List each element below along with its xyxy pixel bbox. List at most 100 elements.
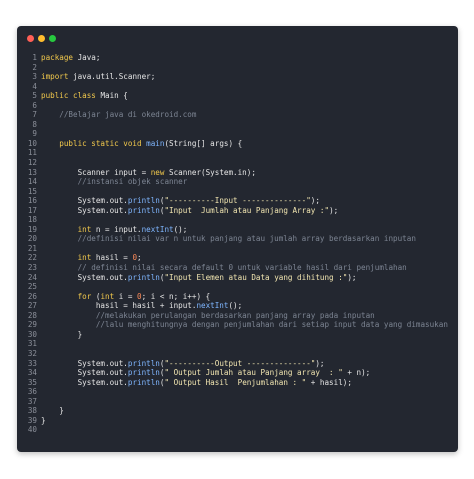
code-line: 17 System.out.println("Input Jumlah atau…: [17, 206, 458, 216]
code-token: println: [127, 205, 160, 215]
code-token: //lalu menghitungnya dengan penjumlahan …: [41, 320, 448, 330]
code-token: //instansi objek scanner: [41, 177, 188, 187]
code-line: 8: [17, 120, 458, 130]
line-number: 14: [27, 177, 37, 187]
code-token: //melakukan perulangan berdasarkan panja…: [41, 310, 375, 320]
code-token: println: [127, 196, 160, 206]
code-line: 20 //definisi nilai var n untuk panjang …: [17, 234, 458, 244]
code-token: " Output Hasil Penjumlahan : ": [164, 377, 307, 387]
code-line: 13 Scanner input = new Scanner(System.in…: [17, 168, 458, 178]
code-line: 9: [17, 129, 458, 139]
line-number: 40: [27, 425, 37, 435]
code-token: //definisi nilai var n untuk panjang ata…: [41, 234, 416, 244]
line-number: 7: [32, 110, 37, 120]
code-token: );: [315, 358, 325, 368]
close-dot[interactable]: [27, 35, 34, 42]
line-number: 1: [32, 53, 37, 62]
code-token: );: [310, 196, 320, 206]
line-number: 39: [27, 415, 37, 425]
code-text: }: [37, 330, 458, 340]
code-line: 16 System.out.println("----------Input -…: [17, 196, 458, 206]
code-line: 31: [17, 339, 458, 349]
code-token: ; i < n; i++) {: [141, 291, 211, 301]
code-text: System.out.println(" Output Hasil Penjum…: [37, 378, 458, 388]
code-token: Scanner(System.in);: [169, 167, 256, 177]
code-text: System.out.println("Input Jumlah atau Pa…: [37, 206, 458, 216]
line-number: 28: [27, 310, 37, 320]
code-line: 11: [17, 148, 458, 158]
code-text: //instansi objek scanner: [37, 177, 458, 187]
code-line: 7 //Belajar java di okedroid.com: [17, 110, 458, 120]
code-text: }: [37, 416, 458, 426]
line-number: 15: [27, 186, 37, 196]
code-line: 2: [17, 63, 458, 73]
code-token: ();: [228, 301, 243, 311]
code-token: "Input Jumlah atau Panjang Array :": [164, 205, 330, 215]
line-number: 38: [27, 406, 37, 416]
code-token: println: [127, 358, 160, 368]
code-token: main: [146, 138, 165, 148]
line-number: 18: [27, 215, 37, 225]
line-number: 9: [32, 129, 37, 139]
code-token: int: [100, 291, 119, 301]
code-line: 40: [17, 425, 458, 435]
minimize-dot[interactable]: [38, 35, 45, 42]
maximize-dot[interactable]: [49, 35, 56, 42]
line-number: 37: [27, 396, 37, 406]
code-text: int hasil = 0;: [37, 253, 458, 263]
line-number: 24: [27, 272, 37, 282]
code-token: ();: [173, 224, 188, 234]
line-number: 33: [27, 358, 37, 368]
code-text: System.out.println("----------Output ---…: [37, 359, 458, 369]
line-number: 13: [27, 167, 37, 177]
code-line: 34 System.out.println(" Output Jumlah at…: [17, 368, 458, 378]
line-number: 10: [27, 138, 37, 148]
code-token: nextInt: [196, 301, 229, 311]
code-token: int: [41, 224, 96, 234]
code-line: 15: [17, 187, 458, 197]
line-number: 19: [27, 224, 37, 234]
code-token: Java;: [77, 53, 101, 62]
line-number: 23: [27, 263, 37, 273]
code-token: "Input Elemen atau Data yang dihitung :": [164, 272, 348, 282]
code-line: 29 //lalu menghitungnya dengan penjumlah…: [17, 320, 458, 330]
line-number: 27: [27, 301, 37, 311]
code-token: println: [127, 368, 160, 378]
code-text: public static void main(String[] args) {: [37, 139, 458, 149]
code-token: int: [41, 253, 96, 263]
code-token: nextInt: [141, 224, 174, 234]
line-number: 35: [27, 377, 37, 387]
code-text: import java.util.Scanner;: [37, 72, 458, 82]
code-line: 36: [17, 387, 458, 397]
code-token: System.out.: [41, 377, 128, 387]
code-token: System.out.: [41, 196, 128, 206]
code-line: 6: [17, 101, 458, 111]
code-token: System.out.: [41, 358, 128, 368]
code-token: "----------Output --------------": [164, 358, 316, 368]
code-token: Scanner input =: [41, 167, 151, 177]
code-line: 10 public static void main(String[] args…: [17, 139, 458, 149]
code-line: 37: [17, 397, 458, 407]
line-number: 22: [27, 253, 37, 263]
code-token: n = input.: [95, 224, 142, 234]
code-line: 23 // definisi nilai secara default 0 un…: [17, 263, 458, 273]
line-number: 26: [27, 291, 37, 301]
line-number: 16: [27, 196, 37, 206]
code-text: //lalu menghitungnya dengan penjumlahan …: [37, 320, 458, 330]
code-token: Main {: [100, 91, 128, 101]
line-number: 30: [27, 329, 37, 339]
code-line: 32: [17, 349, 458, 359]
code-token: for: [41, 291, 96, 301]
code-token: );: [329, 205, 339, 215]
code-token: package: [41, 53, 78, 62]
code-text: }: [37, 406, 458, 416]
code-line: 22 int hasil = 0;: [17, 253, 458, 263]
code-token: + hasil);: [306, 377, 352, 387]
code-token: ;: [137, 253, 142, 263]
